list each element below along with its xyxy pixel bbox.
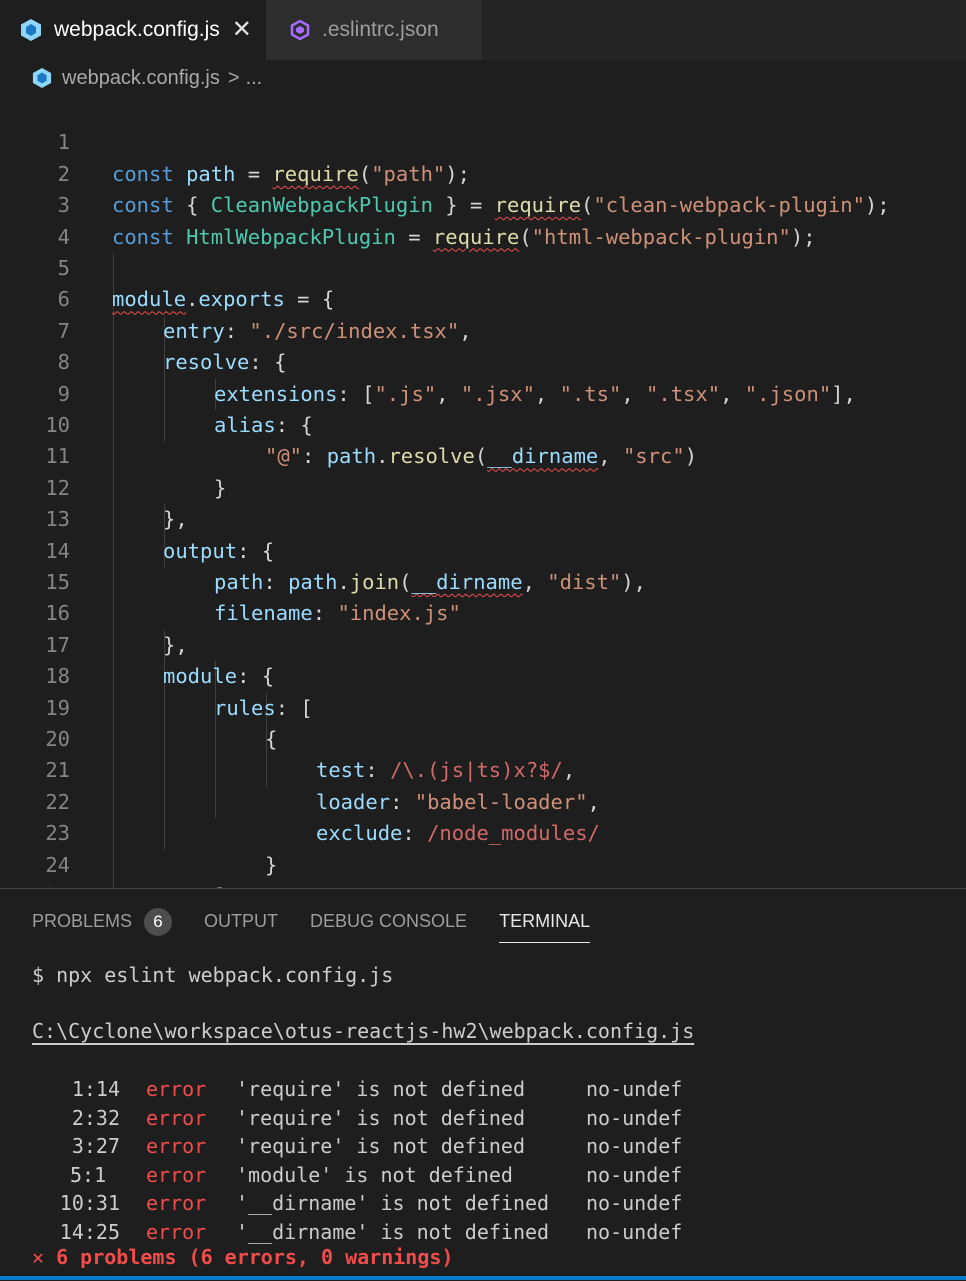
lint-summary: ✕ 6 problems (6 errors, 0 warnings) (32, 1245, 454, 1269)
webpack-icon (32, 68, 52, 88)
code-line: 4 (0, 190, 70, 249)
tab-label: webpack.config.js (54, 18, 220, 41)
error-squiggle: require (272, 161, 359, 186)
indent-guide (113, 253, 114, 888)
lint-error-row: 3:27 error'require' is not defined no-unde… (71, 1134, 683, 1158)
status-bar (0, 1276, 966, 1280)
code-line: 11 } (0, 410, 226, 499)
error-squiggle: __dirname (487, 444, 599, 469)
chevron-right-icon: > (227, 66, 240, 89)
breadcrumb-file[interactable]: webpack.config.js (62, 67, 220, 90)
tab-label: .eslintrc.json (322, 18, 439, 41)
tab-eslintrc[interactable]: .eslintrc.json (266, 0, 482, 60)
eslint-icon (290, 20, 310, 40)
code-line: 10 "@": path.resolve(__dirname, "src") (0, 379, 697, 468)
lint-error-row: 5:1 error'module' is not defined no-undef (70, 1162, 683, 1187)
code-editor[interactable]: 1 const path = require("path"); 2 const … (0, 96, 966, 888)
editor-tab-bar: webpack.config.js ✕ .eslintrc.json (0, 0, 966, 60)
code-line: 6 entry: "./src/index.tsx", (0, 253, 472, 342)
code-line: 3 const HtmlWebpackPlugin = require("htm… (0, 159, 816, 248)
code-line: 17 module: { (0, 598, 274, 688)
tab-output[interactable]: OUTPUT (204, 903, 278, 939)
code-line: 1 const path = require("path"); (0, 96, 470, 185)
lint-error-row: 14:25 error '__dirname' is not defined no-u… (59, 1219, 683, 1244)
tab-debug-console[interactable]: DEBUG CONSOLE (310, 903, 467, 939)
breadcrumb-more[interactable]: ... (246, 67, 263, 90)
line-number: 25 (0, 881, 70, 888)
lint-error-row: 10:31 error '__dirname' is not defined no-u… (59, 1191, 683, 1215)
code-line: 9 alias: { (0, 347, 313, 437)
code-line: 20 test: /\.(js|ts)x?$/, (0, 693, 575, 782)
code-line: 22 exclude: /node_modules/ (0, 755, 600, 845)
code-line: 23 } (0, 787, 277, 876)
problems-count-badge: 6 (144, 908, 173, 937)
code-line: 25 }, (0, 850, 70, 888)
webpack-icon (21, 19, 41, 41)
error-squiggle: __dirname (411, 570, 523, 594)
code-line: 13 output: { (0, 473, 274, 562)
code-line: 15 filename: "index.js" (0, 536, 461, 625)
code-line: 24 ] (0, 818, 226, 888)
code-line: 19 { (0, 661, 277, 751)
error-squiggle: require (494, 193, 582, 218)
lint-error-row: 1:14 error'require' is not defined no-unde… (71, 1077, 683, 1101)
code-line: 14 path: path.join(__dirname, "dist"), (0, 504, 646, 594)
code-line: 8 extensions: [".js", ".jsx", ".ts", ".t… (0, 316, 856, 405)
code-line: 12 }, (0, 441, 187, 531)
code-line: 21 loader: "babel-loader", (0, 724, 600, 813)
code-line: 5 module.exports = { (0, 222, 335, 311)
panel-tabs: PROBLEMS 6 OUTPUT DEBUG CONSOLE TERMINAL (32, 903, 622, 943)
terminal-file-path[interactable]: C:\Cyclone\workspace\otus-reactjs-hw2\we… (32, 1019, 694, 1043)
bottom-panel: PROBLEMS 6 OUTPUT DEBUG CONSOLE TERMINAL … (0, 888, 966, 1281)
tab-problems[interactable]: PROBLEMS 6 (32, 903, 173, 939)
close-icon[interactable]: ✕ (232, 18, 252, 42)
code-line: 7 resolve: { (0, 284, 287, 374)
tab-terminal[interactable]: TERMINAL (499, 903, 591, 943)
error-squiggle: require (432, 224, 520, 249)
lint-error-row: 2:32 error'require' is not defined no-unde… (71, 1105, 683, 1130)
code-line: 18 rules: [ (0, 630, 312, 719)
error-squiggle: module (112, 287, 187, 312)
code-line: 16 }, (0, 567, 187, 656)
terminal-command: $ npx eslint webpack.config.js (32, 963, 394, 987)
code-line: 2 const { CleanWebpackPlugin } = require… (0, 127, 890, 217)
tab-webpack-config[interactable]: webpack.config.js ✕ (0, 0, 266, 60)
breadcrumb: webpack.config.js > ... (32, 62, 262, 94)
